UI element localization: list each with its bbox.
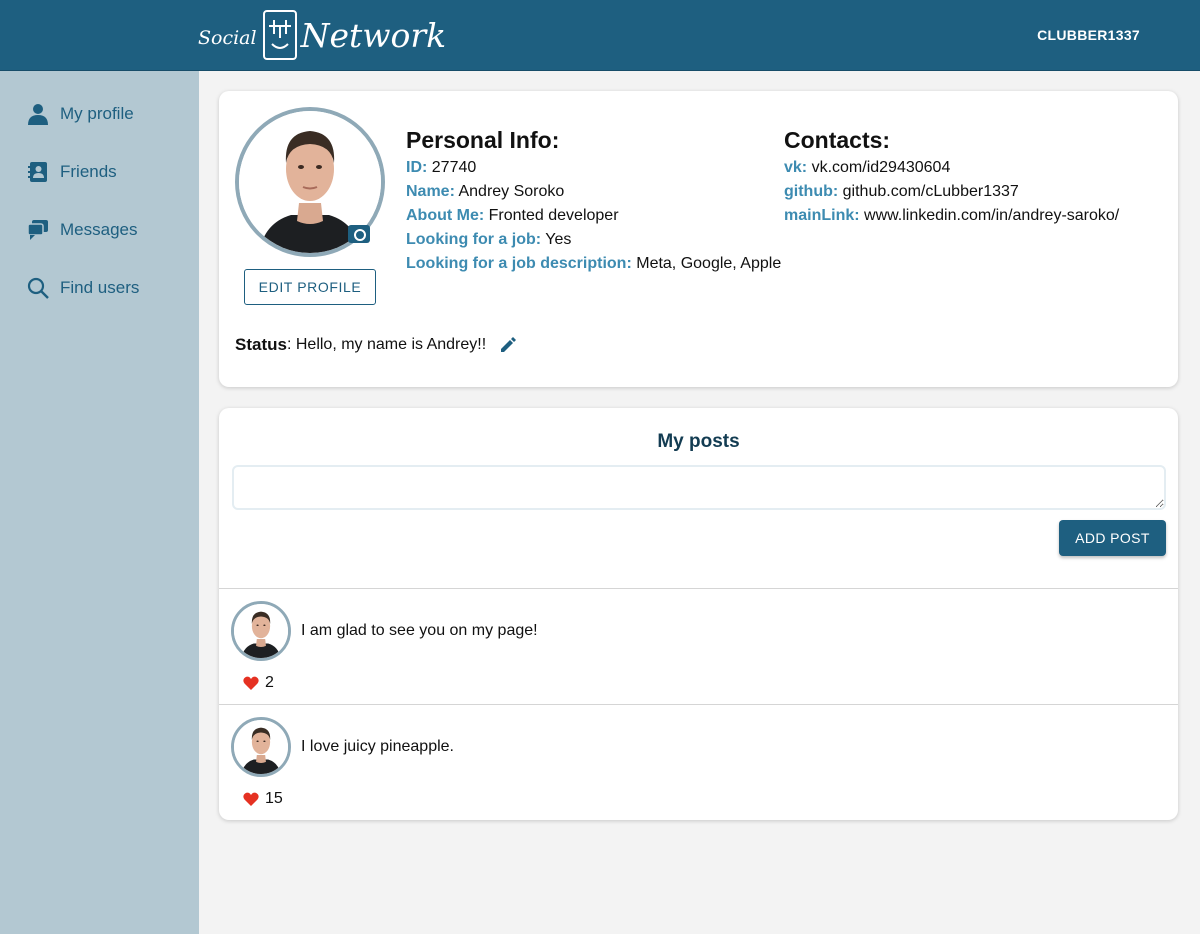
sidebar-item-friends[interactable]: Friends (26, 157, 117, 187)
new-post-input[interactable] (232, 465, 1166, 510)
info-value: Fronted developer (488, 207, 619, 224)
posts-card: My posts ADD POST I am glad to see you o… (219, 408, 1178, 820)
info-value: 27740 (431, 159, 477, 176)
contact-link-github[interactable]: github.com/cLubber1337 (843, 183, 1019, 200)
info-key: mainLink: (784, 207, 860, 224)
sidebar-item-label: Friends (60, 162, 117, 181)
info-key: Looking for a job description: (406, 255, 632, 272)
heart-icon[interactable] (243, 792, 259, 806)
sidebar-item-find-users[interactable]: Find users (26, 273, 139, 303)
sidebar-item-messages[interactable]: Messages (26, 215, 137, 245)
post-avatar (231, 601, 291, 661)
info-row-id: ID: 27740 (406, 156, 781, 180)
post-item: I am glad to see you on my page! 2 (219, 588, 1178, 704)
like-count: 2 (265, 674, 274, 691)
post-text: I am glad to see you on my page! (301, 622, 538, 639)
logo-face-icon (262, 10, 297, 60)
status-label: Status (235, 335, 287, 354)
heart-icon[interactable] (243, 676, 259, 690)
profile-card: EDIT PROFILE Personal Info: ID: 27740 Na… (219, 91, 1178, 387)
sidebar-item-my-profile[interactable]: My profile (26, 99, 134, 129)
contacts-icon (26, 160, 50, 184)
add-post-button[interactable]: ADD POST (1059, 520, 1166, 556)
contacts-section: Contacts: vk: vk.com/id29430604 github: … (784, 127, 1119, 228)
chat-icon (26, 218, 50, 242)
personal-info-title: Personal Info: (406, 127, 560, 153)
app-header: Social Network CLUBBER1337 (0, 0, 1200, 71)
posts-title: My posts (657, 431, 740, 452)
sidebar-item-label: My profile (60, 104, 134, 123)
info-key: github: (784, 183, 839, 200)
person-photo-icon (234, 720, 288, 774)
post-likes: 15 (243, 790, 283, 808)
info-row-about: About Me: Fronted developer (406, 204, 781, 228)
contact-link-vk[interactable]: vk.com/id29430604 (812, 159, 951, 176)
status-line: Status: Hello, my name is Andrey!! (235, 335, 518, 355)
header-username[interactable]: CLUBBER1337 (1037, 27, 1140, 43)
logo-word-social: Social (198, 27, 257, 49)
contacts-title: Contacts: (784, 127, 891, 153)
info-key: ID: (406, 159, 428, 176)
status-text[interactable]: : Hello, my name is Andrey!! (287, 336, 486, 354)
info-key: Looking for a job: (406, 231, 542, 248)
edit-status-pencil-icon[interactable] (498, 335, 518, 355)
post-item: I love juicy pineapple. 15 (219, 704, 1178, 820)
contact-row-vk: vk: vk.com/id29430604 (784, 156, 1119, 180)
sidebar-item-label: Find users (60, 278, 140, 297)
post-avatar (231, 717, 291, 777)
info-key: About Me: (406, 207, 485, 224)
info-row-name: Name: Andrey Soroko (406, 180, 781, 204)
info-value: Andrey Soroko (458, 183, 565, 200)
logo-word-network: Network (300, 15, 447, 55)
contact-row-mainlink: mainLink: www.linkedin.com/in/andrey-sar… (784, 204, 1119, 228)
post-likes: 2 (243, 674, 274, 692)
person-icon (26, 102, 50, 126)
personal-info-section: Personal Info: ID: 27740 Name: Andrey So… (406, 127, 781, 276)
info-row-looking-for-job: Looking for a job: Yes (406, 228, 781, 252)
app-logo[interactable]: Social Network (198, 9, 446, 61)
info-key: vk: (784, 159, 808, 176)
sidebar-item-label: Messages (60, 220, 138, 239)
change-photo-camera-icon[interactable] (348, 225, 370, 243)
sidebar: My profile Friends Messages Find users (0, 71, 199, 934)
person-photo-icon (234, 604, 288, 658)
post-text: I love juicy pineapple. (301, 738, 454, 755)
info-key: Name: (406, 183, 455, 200)
info-value: Yes (545, 231, 572, 248)
info-value: Meta, Google, Apple (636, 255, 782, 272)
info-row-job-description: Looking for a job description: Meta, Goo… (406, 252, 781, 276)
contact-link-mainlink[interactable]: www.linkedin.com/in/andrey-saroko/ (864, 207, 1119, 224)
search-icon (26, 276, 50, 300)
contact-row-github: github: github.com/cLubber1337 (784, 180, 1119, 204)
edit-profile-button[interactable]: EDIT PROFILE (244, 269, 376, 305)
like-count: 15 (265, 790, 283, 807)
